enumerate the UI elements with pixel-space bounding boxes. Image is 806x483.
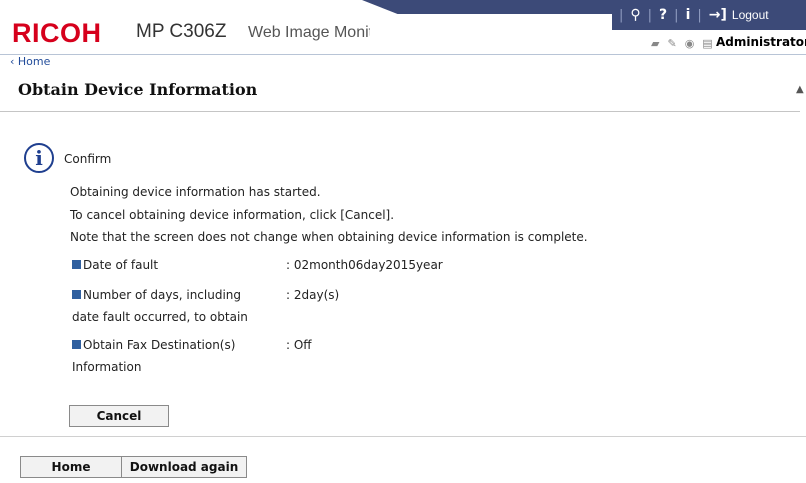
- document-icon[interactable]: ▤: [702, 37, 712, 50]
- bullet-icon: [72, 260, 81, 269]
- user-label: Administrator: [716, 35, 806, 49]
- field-value: : Off: [286, 338, 312, 352]
- header: | ⚲ | ? | i | →] Logout RICOH MP C306Z W…: [0, 0, 806, 54]
- fax-icon[interactable]: ✎: [667, 37, 676, 50]
- cancel-button[interactable]: Cancel: [69, 405, 169, 427]
- ricoh-logo: RICOH: [12, 18, 102, 48]
- page-title: Obtain Device Information: [18, 80, 258, 99]
- status-icons: ▰ ✎ ◉ ▤: [651, 37, 713, 50]
- logout-icon[interactable]: →]: [709, 7, 727, 23]
- message-cancel-hint: To cancel obtaining device information, …: [70, 208, 395, 222]
- breadcrumb-home-label: Home: [17, 55, 51, 68]
- message-started: Obtaining device information has started…: [70, 185, 321, 199]
- field-value: : 02month06day2015year: [286, 258, 443, 272]
- title-bar: Obtain Device Information: [0, 68, 800, 112]
- info-circle-icon: i: [24, 143, 54, 173]
- field-label: Date of fault: [83, 258, 159, 272]
- field-value: : 2day(s): [286, 288, 340, 302]
- top-bar-items: | ⚲ | ? | i | →] Logout: [612, 0, 769, 30]
- app-name: Web Image Monitor: [248, 24, 370, 41]
- message-note: Note that the screen does not change whe…: [70, 230, 588, 244]
- separator: |: [674, 7, 679, 23]
- breadcrumb-home-link[interactable]: ‹ Home: [10, 55, 50, 68]
- download-again-button[interactable]: Download again: [121, 456, 247, 478]
- help-icon[interactable]: ?: [659, 7, 667, 23]
- logout-link[interactable]: Logout: [732, 8, 769, 22]
- scroll-up-icon[interactable]: ▲: [796, 84, 804, 95]
- search-icon[interactable]: ⚲: [630, 7, 640, 23]
- separator: |: [619, 7, 624, 23]
- field-label: Obtain Fax Destination(s) Information: [72, 338, 236, 374]
- bullet-icon: [72, 340, 81, 349]
- info-icon[interactable]: i: [686, 7, 691, 23]
- home-button[interactable]: Home: [20, 456, 122, 478]
- confirm-label: Confirm: [64, 152, 112, 166]
- separator: |: [647, 7, 653, 23]
- field-label: Number of days, including date fault occ…: [72, 288, 248, 324]
- breadcrumb: ‹ Home: [0, 54, 806, 68]
- separator: |: [697, 7, 702, 23]
- chevron-left-icon: ‹: [10, 55, 15, 68]
- bullet-icon: [72, 290, 81, 299]
- user-icon[interactable]: ◉: [685, 37, 695, 50]
- model-name: MP C306Z: [136, 21, 227, 42]
- printer-icon[interactable]: ▰: [651, 37, 659, 50]
